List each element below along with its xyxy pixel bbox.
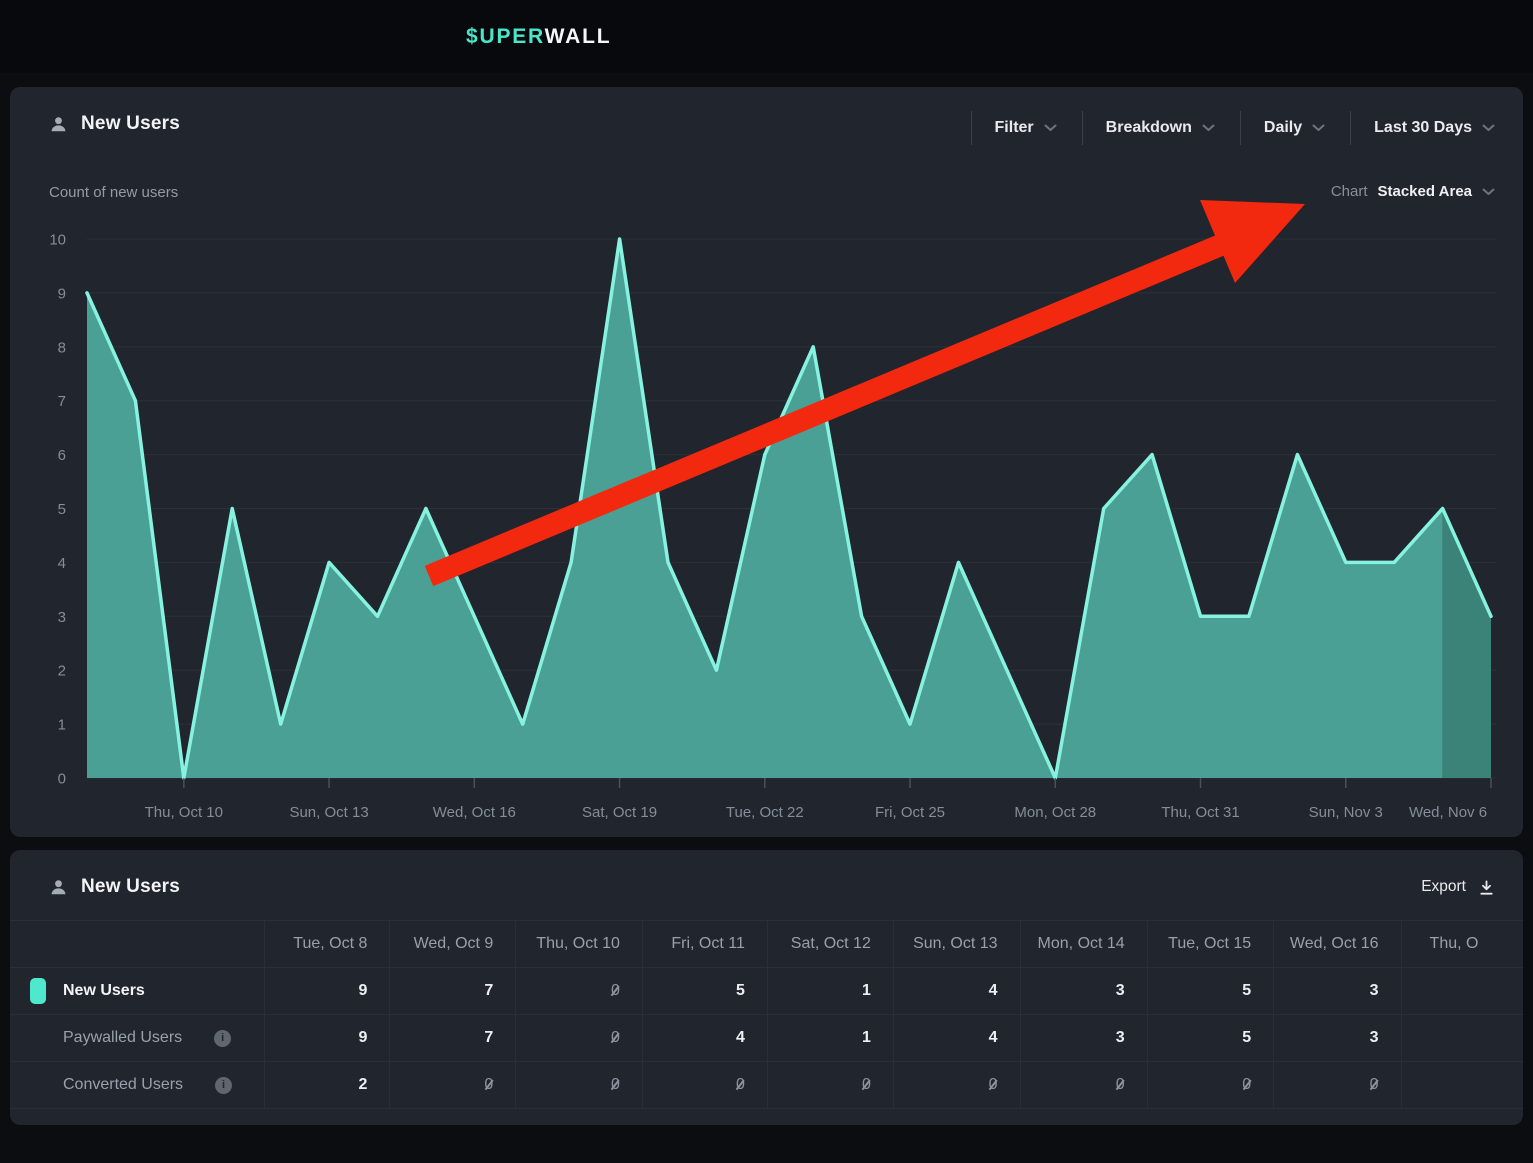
superwall-logo: $UPERWALL <box>466 25 611 49</box>
table-title: New Users <box>81 876 180 898</box>
table-cell: 0 <box>516 1015 643 1062</box>
table-cell: 7 <box>390 968 516 1015</box>
table-cell: 9 <box>265 968 390 1015</box>
table-cell: 0 <box>1147 1062 1273 1109</box>
table-cell: 5 <box>1147 968 1273 1015</box>
granularity-dropdown[interactable]: Daily <box>1240 111 1350 145</box>
table-header-row: Tue, Oct 8Wed, Oct 9Thu, Oct 10Fri, Oct … <box>10 921 1523 968</box>
table-cell: 4 <box>893 968 1020 1015</box>
column-header: Mon, Oct 14 <box>1020 921 1147 968</box>
column-header: Thu, Oct 10 <box>516 921 643 968</box>
info-icon[interactable]: i <box>215 1077 232 1094</box>
table-cell: 0 <box>1020 1062 1147 1109</box>
column-header: Thu, O <box>1401 921 1523 968</box>
table-cell: 0 <box>893 1062 1020 1109</box>
chart-type-label: Chart <box>1331 183 1368 200</box>
table-cell: 2 <box>265 1062 390 1109</box>
table-cell: 5 <box>642 968 767 1015</box>
new-users-data-table: Tue, Oct 8Wed, Oct 9Thu, Oct 10Fri, Oct … <box>10 920 1523 1109</box>
column-header: Tue, Oct 8 <box>265 921 390 968</box>
table-cell: 1 <box>767 1015 893 1062</box>
series-color-swatch <box>30 978 46 1004</box>
chevron-down-icon <box>1044 124 1057 132</box>
column-header: Sat, Oct 12 <box>767 921 893 968</box>
logo-rest-text: WALL <box>545 25 612 48</box>
row-label-cell: Paywalled Users i <box>10 1015 265 1062</box>
person-icon <box>49 115 68 134</box>
row-label-cell: Converted Users i <box>10 1062 265 1109</box>
chart-subtitle: Count of new users <box>49 184 178 201</box>
table-cell: 3 <box>1020 968 1147 1015</box>
chart-type-value: Stacked Area <box>1378 183 1473 200</box>
table-cell: 0 <box>642 1062 767 1109</box>
chevron-down-icon <box>1482 124 1495 132</box>
column-header: Wed, Oct 16 <box>1274 921 1401 968</box>
table-cell: 1 <box>767 968 893 1015</box>
control-divider <box>971 111 972 145</box>
row-label: New Users <box>63 982 145 1000</box>
column-header: Sun, Oct 13 <box>893 921 1020 968</box>
control-divider <box>1082 111 1083 145</box>
table-row: New Users970514353 <box>10 968 1523 1015</box>
table-row: Converted Usersi200000000 <box>10 1062 1523 1109</box>
top-navigation-bar: $UPERWALL <box>0 0 1533 73</box>
superwall-dashboard: { "topbar": { "logo_accent": "$UPER", "l… <box>0 0 1533 1163</box>
table-cell: 0 <box>516 968 643 1015</box>
table-cell: 3 <box>1274 968 1401 1015</box>
table-cell: 5 <box>1147 1015 1273 1062</box>
chevron-down-icon <box>1482 188 1495 196</box>
table-cell: 4 <box>893 1015 1020 1062</box>
table-row: Paywalled Usersi970414353 <box>10 1015 1523 1062</box>
date-range-dropdown[interactable]: Last 30 Days <box>1350 111 1497 145</box>
table-cell: 3 <box>1274 1015 1401 1062</box>
table-cell: 3 <box>1020 1015 1147 1062</box>
table-cell: 9 <box>265 1015 390 1062</box>
chart-card-title: New Users <box>49 113 180 135</box>
chart-title: New Users <box>81 113 180 135</box>
chevron-down-icon <box>1312 124 1325 132</box>
chart-type-selector[interactable]: Chart Stacked Area <box>1331 183 1495 200</box>
chevron-down-icon <box>1202 124 1215 132</box>
column-header: Fri, Oct 11 <box>642 921 767 968</box>
breakdown-dropdown[interactable]: Breakdown <box>1082 111 1240 145</box>
column-header: Wed, Oct 9 <box>390 921 516 968</box>
person-icon <box>49 878 68 897</box>
chart-controls: Filter Breakdown Daily Last 30 Days <box>971 111 1497 145</box>
control-divider <box>1350 111 1351 145</box>
info-icon[interactable]: i <box>214 1030 231 1047</box>
row-label: Paywalled Users <box>63 1029 182 1047</box>
table-card-title: New Users <box>49 876 180 898</box>
column-header: Tue, Oct 15 <box>1147 921 1273 968</box>
table-cell <box>1401 1062 1523 1109</box>
row-label-cell: New Users <box>10 968 265 1015</box>
export-button[interactable]: Export <box>1421 878 1495 896</box>
table-cell: 4 <box>642 1015 767 1062</box>
new-users-chart-card: New Users Filter Breakdown Daily Last <box>10 87 1523 837</box>
table-cell: 0 <box>390 1062 516 1109</box>
table-cell: 0 <box>767 1062 893 1109</box>
table-cell: 0 <box>516 1062 643 1109</box>
download-icon <box>1478 879 1495 896</box>
table-cell <box>1401 1015 1523 1062</box>
new-users-table-card: New Users Export Tue, Oct 8Wed, Oct 9Thu… <box>10 850 1523 1125</box>
logo-accent-text: $UPER <box>466 25 545 48</box>
table-cell <box>1401 968 1523 1015</box>
table-cell: 7 <box>390 1015 516 1062</box>
filter-dropdown[interactable]: Filter <box>971 111 1082 145</box>
empty-corner-cell <box>10 921 265 968</box>
row-label: Converted Users <box>63 1076 183 1094</box>
control-divider <box>1240 111 1241 145</box>
table-cell: 0 <box>1274 1062 1401 1109</box>
